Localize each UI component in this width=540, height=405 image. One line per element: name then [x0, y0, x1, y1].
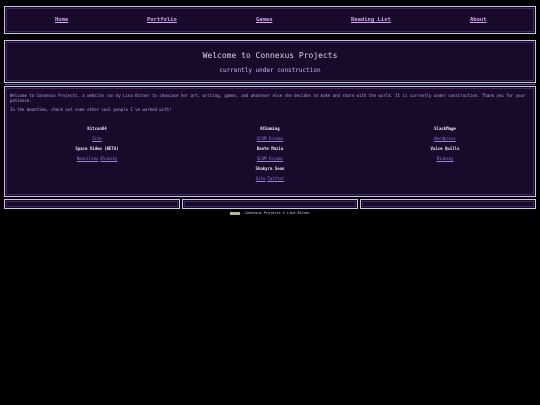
people-column-1: Kitcon84 Site Space Video (BETA) Neociti… — [37, 126, 157, 167]
page-title: Welcome to Connexus Projects — [202, 51, 338, 60]
person-link[interactable]: Bluesky — [100, 156, 117, 161]
person-links: Bluesky — [385, 156, 505, 167]
main-content: Welcome to Connexus Projects, a website … — [4, 86, 536, 197]
people-column-2: KCGaming SCUM Forums Dante Mazia SCUM Fo… — [210, 126, 330, 187]
header-divider — [5, 84, 535, 85]
nav-reading-list-link[interactable]: Reading List — [351, 17, 391, 23]
footer-panel-left — [4, 199, 180, 209]
nav-about-link[interactable]: About — [470, 17, 487, 23]
person-link[interactable]: SCUM Forums — [257, 136, 284, 141]
person-link[interactable]: SCUM Forums — [257, 156, 284, 161]
intro-text: Welcome to Connexus Projects, a website … — [10, 93, 526, 103]
nav-games-link[interactable]: Games — [256, 17, 273, 23]
intro-callout: In the meantime, check out some other co… — [10, 107, 172, 112]
nav-bar: Home Portfolio Games Reading List About — [4, 6, 536, 34]
person-link[interactable]: Neocities — [77, 156, 99, 161]
person-link[interactable]: Site — [92, 136, 102, 141]
person-links: Site Twitter — [210, 176, 330, 187]
person-link[interactable]: Wordpress — [434, 136, 456, 141]
nav-portfolio-link[interactable]: Portfolio — [147, 17, 177, 23]
footer-panel-right — [360, 199, 536, 209]
site-footer: Connexus Projects © Lina Bitner — [0, 211, 540, 217]
person-links: Neocities Bluesky — [37, 156, 157, 167]
footer-badge-icon — [229, 211, 240, 215]
copyright-text: Connexus Projects © Lina Bitner — [244, 211, 311, 215]
footer-panel-center — [182, 199, 358, 209]
person-link[interactable]: Bluesky — [437, 156, 454, 161]
page-subtitle: currently under construction — [219, 67, 321, 74]
person-link[interactable]: Site — [256, 176, 266, 181]
nav-home-link[interactable]: Home — [55, 17, 68, 23]
people-column-3: SlackMage Wordpress Voice Quills Bluesky — [385, 126, 505, 167]
page-header: Welcome to Connexus Projects currently u… — [4, 40, 536, 83]
person-link[interactable]: Twitter — [267, 176, 284, 181]
